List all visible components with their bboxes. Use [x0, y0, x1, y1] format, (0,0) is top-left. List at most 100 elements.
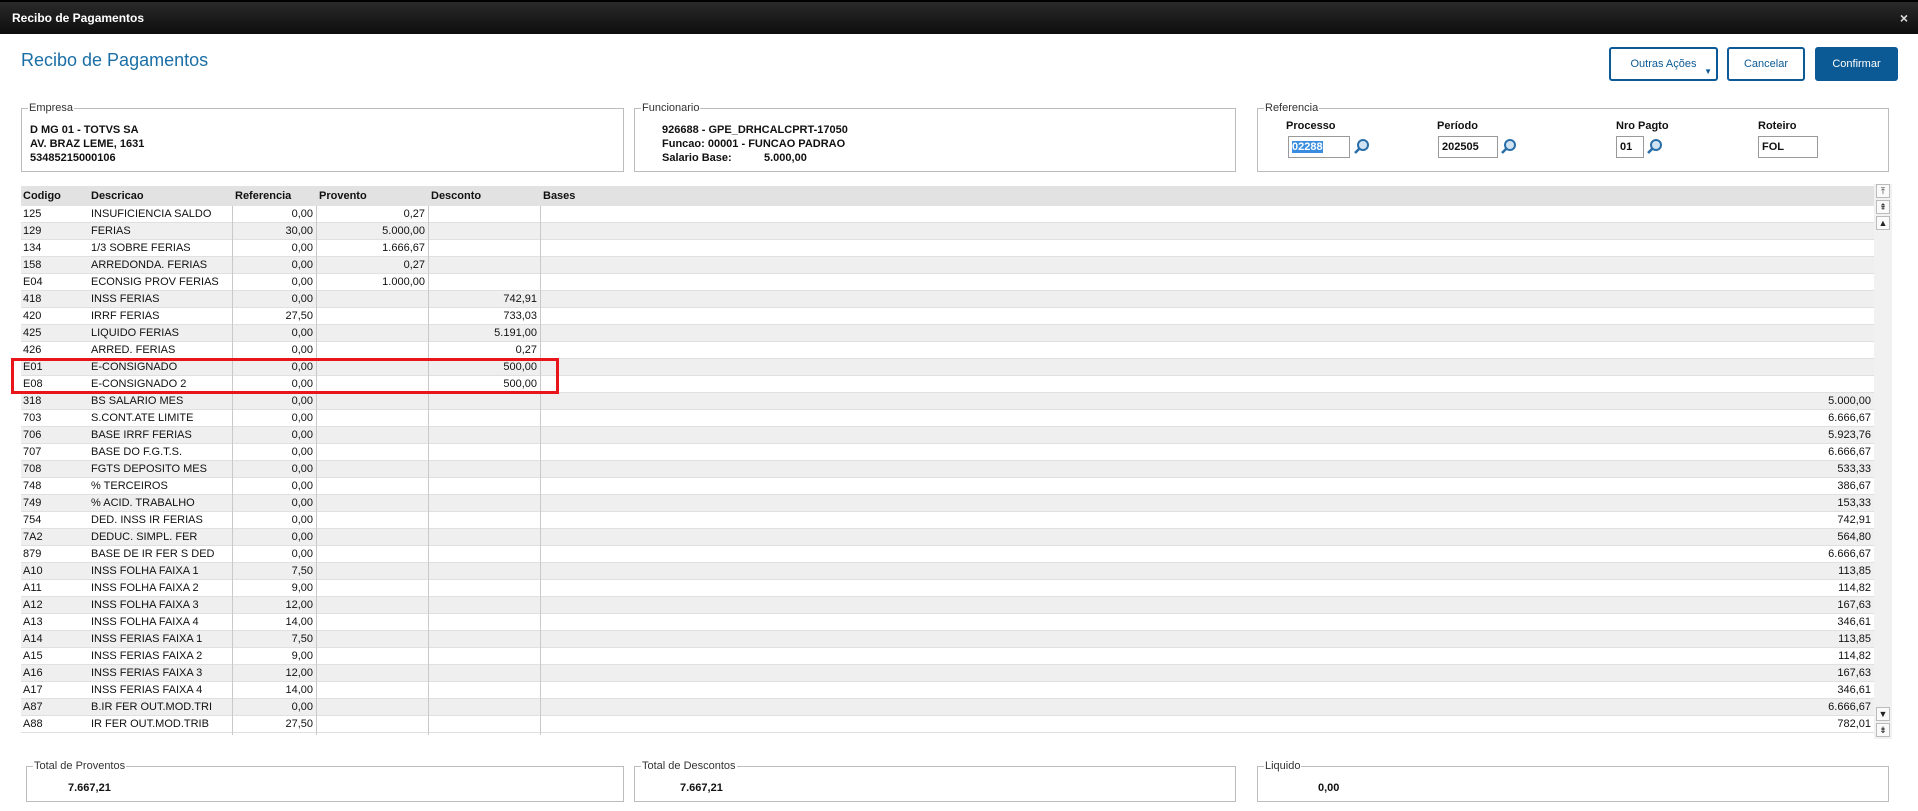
- table-row[interactable]: 707 BASE DO F.G.T.S. 0,00 6.666,67: [21, 444, 1874, 461]
- col-header-referencia[interactable]: Referencia: [235, 190, 291, 202]
- table-row[interactable]: E04 ECONSIG PROV FERIAS 0,00 1.000,00: [21, 274, 1874, 291]
- cell-desconto: [429, 699, 537, 716]
- table-row[interactable]: A11 INSS FOLHA FAIXA 2 9,00 114,82: [21, 580, 1874, 597]
- cell-bases: 167,63: [1837, 667, 1871, 679]
- periodo-input[interactable]: 202505: [1438, 136, 1498, 158]
- cell-codigo: 125: [23, 208, 42, 220]
- cell-codigo: 703: [23, 412, 42, 424]
- verbas-grid[interactable]: Codigo Descricao Referencia Provento Des…: [21, 186, 1874, 735]
- scroll-top-icon[interactable]: ⤒: [1876, 184, 1890, 198]
- nro-pagto-input[interactable]: 01: [1616, 136, 1644, 158]
- cell-referencia: 0,00: [291, 208, 313, 220]
- cell-descricao: INSS FERIAS: [91, 293, 160, 305]
- cell-provento: [317, 682, 425, 699]
- cell-desconto: [429, 665, 537, 682]
- cell-provento: [317, 614, 425, 631]
- outras-acoes-button[interactable]: Outras Ações ▼: [1609, 47, 1718, 81]
- empresa-cnpj: 53485215000106: [30, 152, 116, 164]
- cell-descricao: IRRF FERIAS: [91, 310, 160, 322]
- outras-acoes-label: Outras Ações: [1630, 58, 1697, 70]
- table-row[interactable]: A13 INSS FOLHA FAIXA 4 14,00 346,61: [21, 614, 1874, 631]
- processo-input[interactable]: 02288: [1288, 136, 1350, 158]
- cell-provento: 1.666,67: [382, 242, 425, 254]
- cell-provento: [317, 410, 425, 427]
- cell-codigo: A13: [23, 616, 43, 628]
- table-row[interactable]: 749 % ACID. TRABALHO 0,00 153,33: [21, 495, 1874, 512]
- roteiro-input[interactable]: FOL: [1758, 136, 1818, 158]
- cell-referencia: 0,00: [291, 395, 313, 407]
- cell-referencia: 12,00: [285, 599, 313, 611]
- cell-desconto: [429, 240, 537, 257]
- cell-bases: 153,33: [1837, 497, 1871, 509]
- cell-referencia: 0,00: [291, 242, 313, 254]
- table-row[interactable]: 425 LIQUIDO FERIAS 0,00 5.191,00: [21, 325, 1874, 342]
- table-row[interactable]: 158 ARREDONDA. FERIAS 0,00 0,27: [21, 257, 1874, 274]
- table-row[interactable]: A17 INSS FERIAS FAIXA 4 14,00 346,61: [21, 682, 1874, 699]
- cell-desconto: [429, 495, 537, 512]
- cell-descricao: BS SALARIO MES: [91, 395, 184, 407]
- periodo-label: Período: [1437, 120, 1478, 132]
- table-row[interactable]: 7A2 DEDUC. SIMPL. FER 0,00 564,80: [21, 529, 1874, 546]
- column-divider: [316, 206, 317, 735]
- col-header-codigo[interactable]: Codigo: [23, 190, 61, 202]
- cell-referencia: 0,00: [291, 327, 313, 339]
- cell-bases: 114,82: [1838, 582, 1871, 594]
- total-proventos-label: Total de Proventos: [34, 760, 126, 772]
- cancel-button[interactable]: Cancelar: [1727, 47, 1805, 81]
- col-header-bases[interactable]: Bases: [543, 190, 575, 202]
- table-row[interactable]: 134 1/3 SOBRE FERIAS 0,00 1.666,67: [21, 240, 1874, 257]
- col-header-desconto[interactable]: Desconto: [431, 190, 481, 202]
- table-row[interactable]: A15 INSS FERIAS FAIXA 2 9,00 114,82: [21, 648, 1874, 665]
- table-row[interactable]: 125 INSUFICIENCIA SALDO 0,00 0,27: [21, 206, 1874, 223]
- total-proventos-value: 7.667,21: [68, 782, 111, 794]
- cell-descricao: S.CONT.ATE LIMITE: [91, 412, 194, 424]
- close-icon[interactable]: ×: [1900, 10, 1908, 26]
- table-row[interactable]: 318 BS SALARIO MES 0,00 5.000,00: [21, 393, 1874, 410]
- table-row[interactable]: A12 INSS FOLHA FAIXA 3 12,00 167,63: [21, 597, 1874, 614]
- table-row[interactable]: A87 B.IR FER OUT.MOD.TRI 0,00 6.666,67: [21, 699, 1874, 716]
- search-icon[interactable]: [1646, 138, 1664, 156]
- cell-codigo: A15: [23, 650, 43, 662]
- table-row[interactable]: A16 INSS FERIAS FAIXA 3 12,00 167,63: [21, 665, 1874, 682]
- cell-bases: 782,01: [1837, 718, 1871, 730]
- table-row[interactable]: A88 IR FER OUT.MOD.TRIB 27,50 782,01: [21, 716, 1874, 733]
- table-row[interactable]: 129 FERIAS 30,00 5.000,00: [21, 223, 1874, 240]
- cell-codigo: 7A2: [23, 531, 43, 543]
- cell-provento: [317, 308, 425, 325]
- table-row[interactable]: 420 IRRF FERIAS 27,50 733,03: [21, 308, 1874, 325]
- cell-codigo: 426: [23, 344, 42, 356]
- table-row[interactable]: 879 BASE DE IR FER S DED 0,00 6.666,67: [21, 546, 1874, 563]
- confirm-label: Confirmar: [1832, 58, 1881, 70]
- table-row[interactable]: 708 FGTS DEPOSITO MES 0,00 533,33: [21, 461, 1874, 478]
- table-row[interactable]: 706 BASE IRRF FERIAS 0,00 5.923,76: [21, 427, 1874, 444]
- col-header-provento[interactable]: Provento: [319, 190, 367, 202]
- table-row[interactable]: 754 DED. INSS IR FERIAS 0,00 742,91: [21, 512, 1874, 529]
- cell-provento: [317, 648, 425, 665]
- scroll-page-up-icon[interactable]: ⇞: [1876, 200, 1890, 214]
- scroll-down-icon[interactable]: ▼: [1876, 707, 1890, 721]
- grid-scrollbar[interactable]: ⤒ ⇞ ▲ ▼ ⇟: [1874, 184, 1892, 739]
- search-icon[interactable]: [1353, 138, 1371, 156]
- table-row[interactable]: 703 S.CONT.ATE LIMITE 0,00 6.666,67: [21, 410, 1874, 427]
- scroll-up-icon[interactable]: ▲: [1876, 216, 1890, 230]
- scroll-page-down-icon[interactable]: ⇟: [1876, 723, 1890, 737]
- cell-referencia: 12,00: [285, 667, 313, 679]
- cell-provento: [317, 665, 425, 682]
- table-row[interactable]: 418 INSS FERIAS 0,00 742,91: [21, 291, 1874, 308]
- cell-descricao: % ACID. TRABALHO: [91, 497, 195, 509]
- liquido-panel: Liquido 0,00: [1257, 760, 1889, 802]
- table-row[interactable]: A10 INSS FOLHA FAIXA 1 7,50 113,85: [21, 563, 1874, 580]
- table-row[interactable]: 426 ARRED. FERIAS 0,00 0,27: [21, 342, 1874, 359]
- col-header-descricao[interactable]: Descricao: [91, 190, 144, 202]
- table-row[interactable]: 748 % TERCEIROS 0,00 386,67: [21, 478, 1874, 495]
- roteiro-value: FOL: [1762, 141, 1784, 153]
- window-titlebar: Recibo de Pagamentos ×: [0, 0, 1918, 34]
- cell-referencia: 9,00: [291, 650, 313, 662]
- table-row[interactable]: A14 INSS FERIAS FAIXA 1 7,50 113,85: [21, 631, 1874, 648]
- cell-codigo: 754: [23, 514, 42, 526]
- cell-descricao: ARREDONDA. FERIAS: [91, 259, 208, 271]
- confirm-button[interactable]: Confirmar: [1815, 47, 1898, 81]
- cell-codigo: A14: [23, 633, 43, 645]
- cell-bases: 113,85: [1838, 565, 1871, 577]
- search-icon[interactable]: [1500, 138, 1518, 156]
